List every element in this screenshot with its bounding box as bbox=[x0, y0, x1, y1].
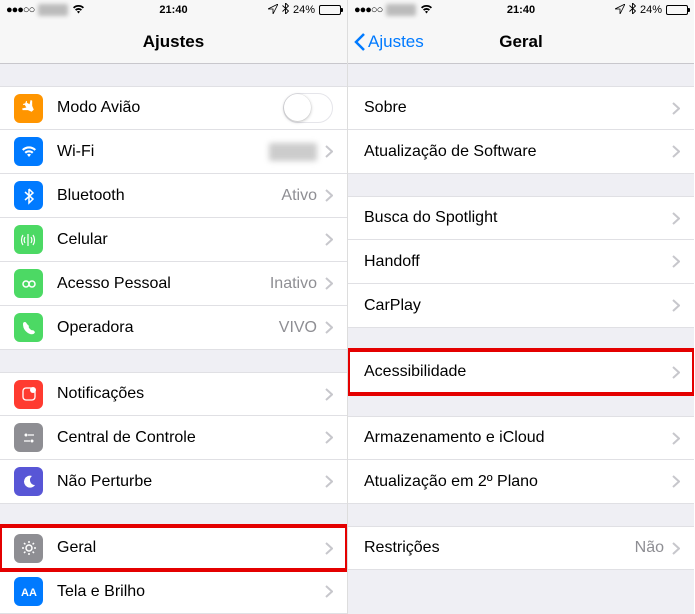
row-label: Tela e Brilho bbox=[57, 583, 325, 601]
page-title: Ajustes bbox=[143, 32, 204, 52]
chevron-right-icon bbox=[325, 321, 333, 334]
row-dnd[interactable]: Não Perturbe bbox=[0, 460, 347, 504]
phone-icon bbox=[14, 313, 43, 342]
chevron-right-icon bbox=[325, 431, 333, 444]
back-button[interactable]: Ajustes bbox=[354, 32, 424, 52]
wifi-value: xxxx bbox=[269, 143, 317, 161]
bluetooth-icon bbox=[14, 181, 43, 210]
chevron-right-icon bbox=[325, 189, 333, 202]
row-label: Operadora bbox=[57, 319, 279, 337]
row-label: Restrições bbox=[364, 539, 635, 557]
row-software-update[interactable]: Atualização de Software bbox=[348, 130, 694, 174]
row-carplay[interactable]: CarPlay bbox=[348, 284, 694, 328]
general-group-features: Busca do Spotlight Handoff CarPlay bbox=[348, 196, 694, 328]
chevron-right-icon bbox=[672, 145, 680, 158]
row-cellular[interactable]: Celular bbox=[0, 218, 347, 262]
general-screen: ●●●○○ xxxx 21:40 24% Ajustes Geral Sobre… bbox=[347, 0, 694, 614]
row-label: Atualização de Software bbox=[364, 143, 672, 161]
restrictions-value: Não bbox=[635, 539, 664, 557]
battery-icon bbox=[666, 5, 688, 15]
row-label: Acesso Pessoal bbox=[57, 275, 270, 293]
chevron-right-icon bbox=[672, 299, 680, 312]
row-label: Handoff bbox=[364, 253, 672, 271]
airplane-switch[interactable] bbox=[283, 93, 333, 123]
svg-text:AA: AA bbox=[21, 587, 37, 599]
row-airplane-mode[interactable]: Modo Avião bbox=[0, 86, 347, 130]
chevron-right-icon bbox=[325, 542, 333, 555]
row-label: Geral bbox=[57, 539, 325, 557]
back-label: Ajustes bbox=[368, 32, 424, 52]
status-bar: ●●●○○ xxxx 21:40 24% bbox=[348, 0, 694, 20]
row-label: Não Perturbe bbox=[57, 473, 325, 491]
bluetooth-value: Ativo bbox=[281, 187, 317, 205]
notifications-icon bbox=[14, 380, 43, 409]
row-wifi[interactable]: Wi-Fi xxxx bbox=[0, 130, 347, 174]
row-display[interactable]: AA Tela e Brilho bbox=[0, 570, 347, 614]
row-handoff[interactable]: Handoff bbox=[348, 240, 694, 284]
row-label: Modo Avião bbox=[57, 99, 283, 117]
row-label: Bluetooth bbox=[57, 187, 281, 205]
cellular-icon bbox=[14, 225, 43, 254]
row-hotspot[interactable]: Acesso Pessoal Inativo bbox=[0, 262, 347, 306]
row-label: Wi-Fi bbox=[57, 143, 269, 161]
chevron-right-icon bbox=[325, 145, 333, 158]
chevron-right-icon bbox=[325, 475, 333, 488]
moon-icon bbox=[14, 467, 43, 496]
row-notifications[interactable]: Notificações bbox=[0, 372, 347, 416]
row-label: Acessibilidade bbox=[364, 363, 672, 381]
row-label: Busca do Spotlight bbox=[364, 209, 672, 227]
general-group-about: Sobre Atualização de Software bbox=[348, 86, 694, 174]
general-group-accessibility: Acessibilidade bbox=[348, 350, 694, 394]
row-label: Central de Controle bbox=[57, 429, 325, 447]
chevron-right-icon bbox=[672, 542, 680, 555]
row-label: Armazenamento e iCloud bbox=[364, 429, 672, 447]
airplane-icon bbox=[14, 94, 43, 123]
chevron-right-icon bbox=[672, 366, 680, 379]
settings-group-connectivity: Modo Avião Wi-Fi xxxx Bluetooth Ativo Ce… bbox=[0, 86, 347, 350]
general-group-storage: Armazenamento e iCloud Atualização em 2º… bbox=[348, 416, 694, 504]
chevron-right-icon bbox=[325, 233, 333, 246]
general-group-restrictions: Restrições Não bbox=[348, 526, 694, 570]
chevron-right-icon bbox=[672, 102, 680, 115]
row-carrier[interactable]: Operadora VIVO bbox=[0, 306, 347, 350]
chevron-right-icon bbox=[325, 277, 333, 290]
controlcenter-icon bbox=[14, 423, 43, 452]
settings-screen: ●●●○○ xxxx 21:40 24% Ajustes Modo Avião bbox=[0, 0, 347, 614]
row-label: CarPlay bbox=[364, 297, 672, 315]
row-restrictions[interactable]: Restrições Não bbox=[348, 526, 694, 570]
row-label: Celular bbox=[57, 231, 325, 249]
nav-bar: Ajustes Geral bbox=[348, 20, 694, 64]
settings-group-alerts: Notificações Central de Controle Não Per… bbox=[0, 372, 347, 504]
nav-bar: Ajustes bbox=[0, 20, 347, 64]
carrier-value: VIVO bbox=[279, 319, 317, 337]
row-label: Notificações bbox=[57, 385, 325, 403]
row-spotlight[interactable]: Busca do Spotlight bbox=[348, 196, 694, 240]
row-storage[interactable]: Armazenamento e iCloud bbox=[348, 416, 694, 460]
row-control-center[interactable]: Central de Controle bbox=[0, 416, 347, 460]
status-time: 21:40 bbox=[348, 4, 694, 16]
row-general[interactable]: Geral bbox=[0, 526, 347, 570]
row-about[interactable]: Sobre bbox=[348, 86, 694, 130]
row-bluetooth[interactable]: Bluetooth Ativo bbox=[0, 174, 347, 218]
wifi-icon bbox=[14, 137, 43, 166]
row-label: Atualização em 2º Plano bbox=[364, 473, 672, 491]
hotspot-icon bbox=[14, 269, 43, 298]
chevron-right-icon bbox=[672, 212, 680, 225]
page-title: Geral bbox=[499, 32, 542, 52]
hotspot-value: Inativo bbox=[270, 275, 317, 293]
status-bar: ●●●○○ xxxx 21:40 24% bbox=[0, 0, 347, 20]
row-label: Sobre bbox=[364, 99, 672, 117]
row-background-refresh[interactable]: Atualização em 2º Plano bbox=[348, 460, 694, 504]
gear-icon bbox=[14, 534, 43, 563]
settings-group-general: Geral AA Tela e Brilho Imagem de Fundo bbox=[0, 526, 347, 614]
chevron-right-icon bbox=[672, 475, 680, 488]
row-accessibility[interactable]: Acessibilidade bbox=[348, 350, 694, 394]
chevron-right-icon bbox=[672, 432, 680, 445]
chevron-right-icon bbox=[325, 388, 333, 401]
battery-icon bbox=[319, 5, 341, 15]
chevron-right-icon bbox=[672, 255, 680, 268]
chevron-right-icon bbox=[325, 585, 333, 598]
status-time: 21:40 bbox=[0, 4, 347, 16]
display-icon: AA bbox=[14, 577, 43, 606]
